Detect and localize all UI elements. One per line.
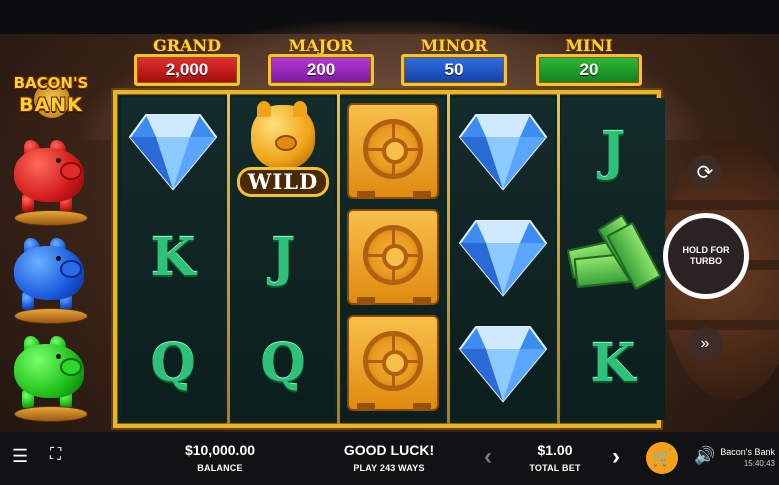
reel-4: [451, 98, 555, 420]
symbol-safe: [341, 310, 445, 416]
reel-1: K Q: [121, 98, 225, 420]
symbol-diamond: [121, 98, 225, 204]
fast-forward-icon: »: [700, 335, 710, 352]
safe-icon: [347, 209, 439, 305]
safe-icon: [347, 315, 439, 411]
jackpot-major: MAJOR 200: [268, 36, 374, 88]
cart-icon: 🛒: [652, 450, 672, 467]
turbo-line1: HOLD FOR: [682, 245, 730, 255]
cash-stack-icon: [565, 213, 662, 297]
logo-line2: BANK: [19, 94, 83, 116]
safe-icon: [347, 103, 439, 199]
reel-5: J K: [561, 98, 665, 420]
symbol-k: K: [561, 310, 665, 416]
symbol-k: K: [121, 204, 225, 310]
menu-icon[interactable]: ☰: [12, 446, 28, 467]
jackpot-minor-label: MINOR: [420, 36, 488, 55]
fullscreen-icon[interactable]: ⛶: [50, 446, 61, 464]
symbol-safe: [341, 98, 445, 204]
buy-feature-button[interactable]: 🛒: [646, 442, 678, 474]
letter-j: J: [600, 120, 626, 182]
symbol-safe: [341, 204, 445, 310]
symbol-wild: WILD: [231, 98, 335, 204]
status-message: GOOD LUCK!: [343, 442, 435, 458]
jackpot-grand-value: 2,000: [165, 60, 209, 79]
reel-2: WILD J Q: [231, 98, 335, 420]
letter-j: J: [270, 226, 296, 288]
jackpot-mini-label: MINI: [565, 36, 613, 55]
reel-frame: K Q WILD J Q J K: [113, 90, 665, 428]
symbol-diamond: [451, 204, 555, 310]
game-name: Bacon's Bank: [720, 447, 775, 457]
piggy-pedestal: [14, 308, 88, 324]
diamond-icon: [128, 114, 218, 191]
bet-increase-button[interactable]: ›: [612, 443, 620, 471]
jackpot-major-value: 200: [306, 60, 336, 79]
fast-forward-button[interactable]: »: [688, 327, 722, 361]
jackpot-grand: GRAND 2,000: [134, 36, 240, 88]
bet-decrease-button[interactable]: ‹: [484, 443, 492, 471]
blue-piggy-bank: [10, 232, 90, 324]
piggy-pedestal: [14, 210, 88, 226]
reel-divider: [557, 94, 560, 424]
jackpot-mini-value: 20: [579, 60, 599, 79]
spin-button[interactable]: HOLD FOR TURBO: [663, 213, 749, 299]
sound-icon[interactable]: 🔊: [694, 446, 715, 466]
letter-k: K: [590, 332, 636, 394]
logo-line1: BACON'S: [13, 74, 89, 92]
letter-q: Q: [260, 332, 306, 394]
reel-divider: [227, 94, 230, 424]
symbol-cash: [561, 204, 665, 310]
game-logo: BACON'S BANK: [8, 72, 94, 130]
letter-k: K: [150, 226, 196, 288]
clock: 15:40:43: [743, 459, 775, 468]
balance-value: $10,000.00: [184, 442, 256, 458]
balance-label: BALANCE: [197, 463, 243, 473]
jackpot-major-label: MAJOR: [288, 36, 354, 55]
diamond-icon: [458, 114, 548, 191]
jackpot-minor: MINOR 50: [401, 36, 507, 88]
green-piggy-bank: [10, 330, 90, 422]
bet-value: $1.00: [537, 442, 573, 458]
bet-label: TOTAL BET: [529, 463, 581, 473]
diamond-icon: [458, 220, 548, 297]
reel-divider: [337, 94, 340, 424]
autoplay-button[interactable]: ⟳: [688, 155, 722, 189]
symbol-j: J: [561, 98, 665, 204]
symbol-q: Q: [121, 310, 225, 416]
jackpot-grand-label: GRAND: [153, 36, 221, 55]
ways-label: PLAY 243 WAYS: [353, 463, 425, 473]
red-piggy-bank: [10, 134, 90, 226]
autoplay-icon: ⟳: [696, 161, 714, 184]
piggy-pedestal: [14, 406, 88, 422]
reel-3: [341, 98, 445, 420]
diamond-icon: [458, 326, 548, 403]
jackpot-minor-value: 50: [444, 60, 464, 79]
symbol-q: Q: [231, 310, 335, 416]
symbol-diamond: [451, 310, 555, 416]
wild-pig-icon: WILD: [237, 101, 329, 201]
symbol-j: J: [231, 204, 335, 310]
wild-label: WILD: [237, 167, 329, 197]
reel-divider: [447, 94, 450, 424]
letter-q: Q: [150, 332, 196, 394]
jackpot-mini: MINI 20: [536, 36, 642, 88]
turbo-line2: TURBO: [690, 256, 722, 266]
symbol-diamond: [451, 98, 555, 204]
